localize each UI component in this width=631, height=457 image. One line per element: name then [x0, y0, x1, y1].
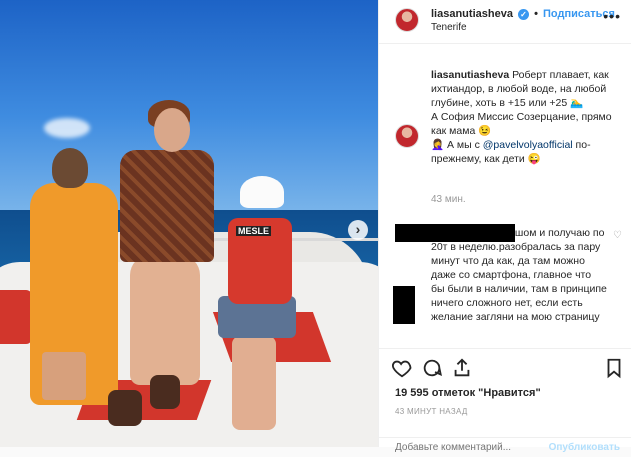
separator-dot: • — [534, 8, 538, 20]
sandal — [150, 375, 180, 409]
more-icon[interactable]: ••• — [603, 8, 621, 24]
caption-avatar[interactable] — [395, 124, 419, 148]
heart-icon[interactable] — [391, 357, 413, 379]
redacted-avatar — [393, 286, 415, 324]
caption-line-2: А София Миссис Созерцание, прямо как мам… — [431, 111, 612, 137]
caption: liasanutiasheva Роберт плавает, как ихти… — [431, 68, 627, 166]
sandal — [108, 390, 142, 426]
cloud — [44, 118, 90, 138]
boy-legs — [42, 352, 86, 400]
post-header: liasanutiasheva ✓ • Подписаться Tenerife… — [379, 0, 631, 44]
header-user-line: liasanutiasheva ✓ • Подписаться — [431, 8, 615, 20]
comment-input[interactable] — [395, 442, 545, 453]
girl-cap — [240, 176, 284, 208]
woman-dress — [120, 150, 214, 262]
post-panel: liasanutiasheva ✓ • Подписаться Tenerife… — [378, 0, 631, 453]
comment-icon[interactable] — [421, 357, 443, 379]
mention-link[interactable]: @pavelvolyaofficial — [483, 139, 573, 151]
add-comment-bar: Опубликовать — [379, 437, 631, 457]
share-icon[interactable] — [451, 357, 473, 379]
post-photo[interactable]: MESLE › — [0, 0, 378, 447]
red-cushion — [0, 290, 32, 344]
girl-legs — [232, 336, 276, 430]
verified-icon: ✓ — [518, 8, 529, 20]
woman-legs — [130, 255, 200, 385]
caption-time: 43 мин. — [431, 194, 466, 205]
comments-section[interactable]: liasanutiasheva Роберт плавает, как ихти… — [379, 44, 631, 348]
comment-like-icon[interactable]: ♡ — [613, 230, 622, 241]
publish-button[interactable]: Опубликовать — [549, 442, 620, 453]
bookmark-icon[interactable] — [603, 357, 625, 379]
action-bar: 19 595 отметок "Нравится" 43 МИНУТ НАЗАД… — [379, 348, 631, 453]
avatar[interactable] — [395, 8, 419, 32]
likes-count[interactable]: 19 595 отметок "Нравится" — [395, 387, 541, 399]
posted-time: 43 МИНУТ НАЗАД — [395, 407, 468, 416]
woman-head — [154, 108, 190, 152]
next-arrow-icon[interactable]: › — [348, 220, 368, 240]
username-link[interactable]: liasanutiasheva — [431, 8, 513, 20]
vest-brand-label: MESLE — [236, 226, 272, 236]
redacted-username — [395, 224, 515, 242]
location-link[interactable]: Tenerife — [431, 22, 467, 33]
caption-username[interactable]: liasanutiasheva — [431, 69, 509, 81]
caption-line-3-prefix: 🤦‍♀️ А мы с — [431, 139, 483, 151]
boy-head — [52, 148, 88, 188]
